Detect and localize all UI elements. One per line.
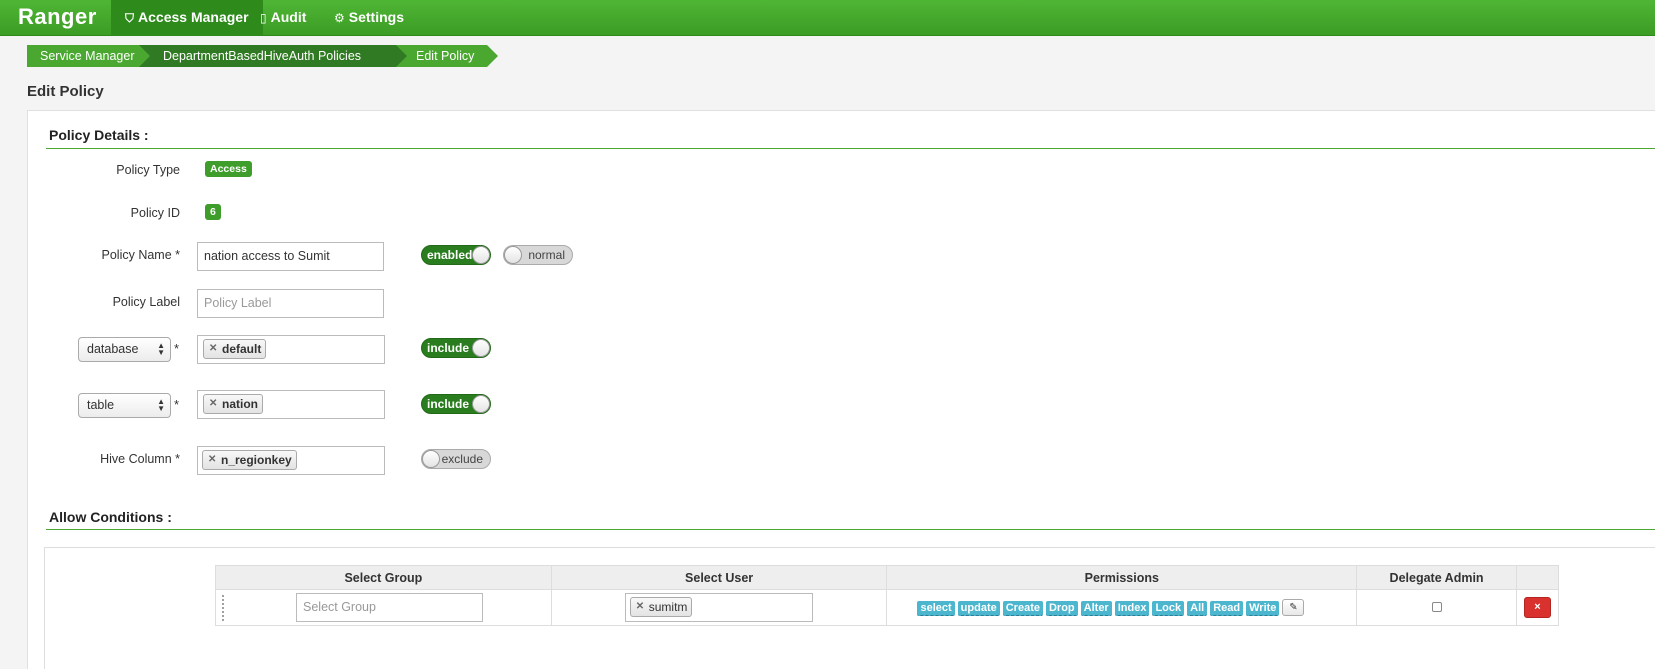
toggle-knob <box>472 395 490 413</box>
allow-conditions-title: Allow Conditions : <box>49 509 172 525</box>
policy-id-badge: 6 <box>205 204 221 220</box>
policy-id-label: Policy ID <box>130 206 180 220</box>
normal-toggle[interactable]: normal <box>503 245 573 265</box>
permission-alter[interactable]: Alter <box>1080 600 1112 616</box>
permission-drop[interactable]: Drop <box>1045 600 1078 616</box>
toggle-knob <box>504 246 522 264</box>
edit-permissions-button[interactable]: ✎ <box>1282 599 1305 617</box>
toggle-knob <box>422 450 440 468</box>
nav-access-manager[interactable]: ⛉ Access Manager <box>111 0 263 36</box>
brand-logo[interactable]: Ranger <box>18 4 97 30</box>
col-select-group: Select Group <box>215 565 552 590</box>
table-include-toggle[interactable]: include <box>421 394 491 414</box>
group-cell: Select Group <box>215 589 552 626</box>
section-divider <box>46 148 1655 149</box>
permission-create[interactable]: Create <box>1002 600 1043 616</box>
shield-icon: ⛉ <box>125 11 135 25</box>
toggle-knob <box>472 339 490 357</box>
resource-type-select-table[interactable]: table ▲ ▼ <box>78 393 171 418</box>
top-navbar: Ranger ⛉ Access Manager ▯ Audit ⚙ Settings <box>0 0 1655 36</box>
section-divider <box>46 529 1655 530</box>
col-select-user: Select User <box>550 565 888 590</box>
table-row: Select Group ✕ sumitm select update Create D… <box>215 589 1559 626</box>
col-permissions: Permissions <box>886 565 1358 590</box>
policy-details-title: Policy Details : <box>49 127 149 143</box>
select-arrows-icon: ▲ ▼ <box>157 397 165 413</box>
permission-lock[interactable]: Lock <box>1152 600 1185 616</box>
hive-column-input[interactable]: ✕ n_regionkey <box>197 446 385 475</box>
remove-tag-icon[interactable]: ✕ <box>209 395 217 413</box>
nav-audit[interactable]: ▯ Audit <box>246 0 320 36</box>
policy-label-label: Policy Label <box>112 295 180 309</box>
col-delegate-admin: Delegate Admin <box>1356 565 1517 590</box>
permissions-cell: select update Create Drop Alter Index Lock All R… <box>886 589 1358 626</box>
nav-settings[interactable]: ⚙ Settings <box>320 0 418 36</box>
table-values-input[interactable]: ✕ nation <box>197 390 385 419</box>
user-tag-sumitm[interactable]: ✕ sumitm <box>629 597 693 617</box>
col-actions <box>1516 565 1559 590</box>
policy-name-label: Policy Name * <box>101 248 181 262</box>
required-marker: * <box>174 397 180 412</box>
permission-index[interactable]: Index <box>1114 600 1150 616</box>
policy-label-input[interactable]: Policy Label <box>197 289 384 318</box>
breadcrumb-policies[interactable]: DepartmentBasedHiveAuth Policies <box>139 45 407 67</box>
delegate-admin-checkbox[interactable] <box>1432 602 1443 612</box>
required-marker: * <box>174 341 180 356</box>
delegate-admin-cell <box>1356 589 1517 626</box>
select-group-input[interactable]: Select Group <box>296 593 483 622</box>
delete-row-button[interactable]: × <box>1524 597 1551 618</box>
database-values-input[interactable]: ✕ default <box>197 335 385 364</box>
remove-tag-icon[interactable]: ✕ <box>209 340 217 358</box>
hive-column-label: Hive Column * <box>100 452 180 466</box>
allow-conditions-table: Select Group Select User Permissions Del… <box>215 565 1559 626</box>
breadcrumb-edit-policy: Edit Policy <box>396 45 498 67</box>
page-title: Edit Policy <box>27 83 104 100</box>
value-tag-nation[interactable]: ✕ nation <box>203 394 263 414</box>
permission-select[interactable]: select <box>917 600 955 616</box>
policy-type-label: Policy Type <box>116 163 180 177</box>
drag-handle-icon[interactable] <box>221 594 225 622</box>
user-cell: ✕ sumitm <box>550 589 888 626</box>
permission-read[interactable]: Read <box>1210 600 1244 616</box>
database-include-toggle[interactable]: include <box>421 338 491 358</box>
remove-tag-icon[interactable]: ✕ <box>208 451 216 469</box>
select-user-input[interactable]: ✕ sumitm <box>624 593 813 622</box>
toggle-knob <box>472 246 490 264</box>
breadcrumb-service-manager[interactable]: Service Manager <box>27 45 150 67</box>
value-tag-default[interactable]: ✕ default <box>203 339 267 359</box>
permission-write[interactable]: Write <box>1246 600 1280 616</box>
document-icon: ▯ <box>260 11 267 25</box>
permission-all[interactable]: All <box>1187 600 1208 616</box>
column-exclude-toggle[interactable]: exclude <box>421 449 491 469</box>
policy-type-badge: Access <box>205 161 252 177</box>
policy-name-input[interactable]: nation access to Sumit <box>197 242 384 271</box>
actions-cell: × <box>1516 589 1559 626</box>
permission-update[interactable]: update <box>957 600 1000 616</box>
gear-icon: ⚙ <box>334 11 345 25</box>
value-tag-n-regionkey[interactable]: ✕ n_regionkey <box>202 450 297 470</box>
select-arrows-icon: ▲ ▼ <box>157 341 165 357</box>
remove-tag-icon[interactable]: ✕ <box>636 598 644 616</box>
resource-type-select-database[interactable]: database ▲ ▼ <box>78 337 171 362</box>
pencil-icon: ✎ <box>1289 602 1298 614</box>
enabled-toggle[interactable]: enabled <box>421 245 491 265</box>
